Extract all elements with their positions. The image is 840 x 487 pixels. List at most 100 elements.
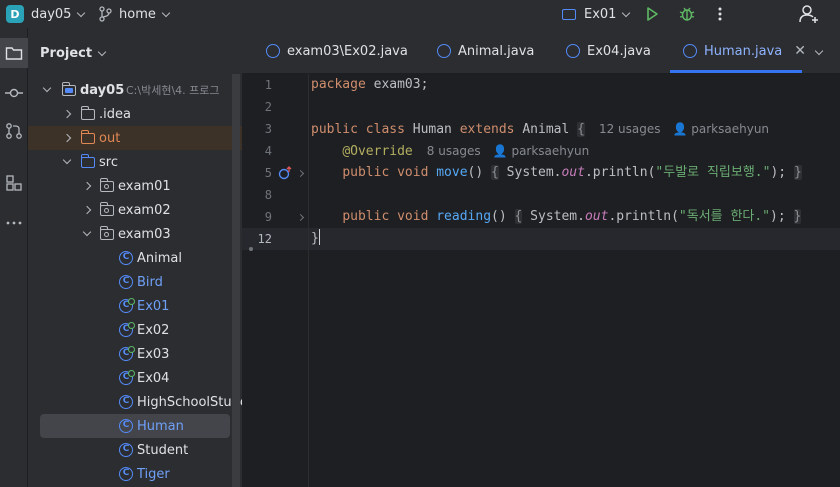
tree-item-label: exam03 <box>118 226 171 242</box>
commit-tool-button[interactable] <box>0 78 28 108</box>
debug-icon <box>679 7 695 21</box>
override-gutter-icon[interactable] <box>278 162 292 184</box>
tree-item-idea[interactable]: .idea <box>28 102 242 126</box>
class-icon <box>437 44 451 58</box>
code-line: public void reading() { System.out.print… <box>342 209 802 224</box>
tab-list-button[interactable] <box>814 28 824 74</box>
tree-item-bird[interactable]: C Bird <box>28 270 242 294</box>
branch-name: home <box>119 6 156 22</box>
run-config-icon <box>562 8 576 20</box>
project-panel-header[interactable]: Project <box>40 46 107 61</box>
class-icon: C <box>119 419 133 433</box>
bookmark-dot-icon <box>249 238 253 260</box>
tree-item-label: exam01 <box>118 178 171 194</box>
project-badge: D <box>6 5 24 23</box>
tree-item-exam01[interactable]: exam01 <box>28 174 242 198</box>
class-icon <box>683 44 697 58</box>
project-scrollbar[interactable] <box>232 74 240 487</box>
code-line: public void move() { System.out.println(… <box>342 165 802 180</box>
branch-icon <box>99 6 112 22</box>
class-icon: C <box>119 395 133 409</box>
line-number: 12 <box>257 232 272 246</box>
debug-button[interactable] <box>678 0 696 28</box>
tree-item-label: HighSchoolStuder <box>137 394 242 410</box>
tree-item-ex02[interactable]: C Ex02 <box>28 318 242 342</box>
source-folder-icon <box>80 153 95 168</box>
structure-tool-button[interactable] <box>0 168 28 198</box>
tree-item-highschoolstudent[interactable]: C HighSchoolStuder <box>28 390 242 414</box>
more-actions-button[interactable] <box>716 0 724 28</box>
tree-item-animal[interactable]: C Animal <box>28 246 242 270</box>
tab-label: exam03\Ex02.java <box>287 43 408 59</box>
tree-item-ex01[interactable]: C Ex01 <box>28 294 242 318</box>
chevron-down-icon <box>161 8 171 17</box>
tree-item-student[interactable]: C Student <box>28 438 242 462</box>
tree-item-ex04[interactable]: C Ex04 <box>28 366 242 390</box>
more-icon <box>6 221 22 225</box>
line-number: 4 <box>264 144 272 158</box>
project-switcher[interactable]: D day05 <box>6 0 86 28</box>
tree-item-exam03[interactable]: exam03 <box>28 222 242 246</box>
structure-icon <box>6 175 22 191</box>
tab-label: Human.java <box>704 43 783 59</box>
branch-switcher[interactable]: home <box>98 0 171 28</box>
pull-requests-tool-button[interactable] <box>0 116 28 146</box>
tree-item-label: Ex02 <box>137 322 170 338</box>
runnable-class-icon <box>566 44 580 58</box>
usages-hint: 12 usages <box>598 122 661 136</box>
chevron-down-icon <box>42 83 52 93</box>
close-icon[interactable]: ✕ <box>794 43 806 59</box>
class-icon: C <box>119 443 133 457</box>
module-folder-icon <box>61 81 76 96</box>
tab-label: Animal.java <box>458 43 535 59</box>
project-tool-button[interactable] <box>0 38 28 68</box>
tree-item-root[interactable]: day05 C:\박세현\4. 프로그 <box>28 78 242 102</box>
project-name: day05 <box>31 6 72 22</box>
code-editor[interactable]: 1 2 3 4 5 8 9 12 package exam03; public … <box>242 74 840 487</box>
runnable-class-icon <box>266 44 280 58</box>
run-button[interactable] <box>644 0 660 28</box>
chevron-right-icon <box>62 133 72 143</box>
tree-item-out[interactable]: out <box>28 126 242 150</box>
package-icon <box>99 225 114 240</box>
gutter-divider <box>308 74 309 487</box>
tree-item-src[interactable]: src <box>28 150 242 174</box>
tab-animal[interactable]: Animal.java <box>437 28 534 74</box>
tree-item-label: Human <box>137 418 184 434</box>
run-icon <box>647 7 658 21</box>
tree-item-tiger[interactable]: C Tiger <box>28 462 242 486</box>
tree-item-label: src <box>99 154 118 170</box>
usages-hint: 8 usages <box>426 144 481 158</box>
tree-item-human[interactable]: C Human <box>40 414 230 438</box>
tab-ex04[interactable]: Ex04.java <box>566 28 651 74</box>
fold-chevron-icon[interactable] <box>296 162 305 184</box>
add-user-button[interactable] <box>798 0 820 28</box>
tab-ex02[interactable]: exam03\Ex02.java <box>266 28 408 74</box>
add-user-icon <box>799 5 818 23</box>
tree-item-ex03[interactable]: C Ex03 <box>28 342 242 366</box>
activity-bar <box>0 28 28 487</box>
chevron-right-icon <box>62 109 72 119</box>
chevron-down-icon <box>82 227 92 237</box>
runnable-class-icon: C <box>119 298 135 313</box>
fold-chevron-icon[interactable] <box>296 206 305 228</box>
tab-label: Ex04.java <box>587 43 651 59</box>
active-tab-indicator <box>670 70 802 73</box>
more-tools-button[interactable] <box>0 208 28 238</box>
project-panel-title: Project <box>40 46 93 61</box>
title-bar: D day05 home Ex01 <box>0 0 840 28</box>
run-config-selector[interactable]: Ex01 <box>562 0 631 28</box>
runnable-class-icon: C <box>119 370 135 385</box>
tree-item-label: Ex03 <box>137 346 170 362</box>
line-number: 1 <box>264 78 272 92</box>
folder-icon <box>80 105 95 120</box>
chevron-right-icon <box>82 205 92 215</box>
tree-item-exam02[interactable]: exam02 <box>28 198 242 222</box>
chevron-down-icon <box>62 155 72 165</box>
line-number: 8 <box>264 188 272 202</box>
tree-item-label: Animal <box>137 250 182 266</box>
tab-human[interactable]: Human.java ✕ <box>683 28 806 74</box>
tree-item-label: Student <box>137 442 189 458</box>
package-icon <box>99 201 114 216</box>
chevron-down-icon <box>622 8 631 17</box>
